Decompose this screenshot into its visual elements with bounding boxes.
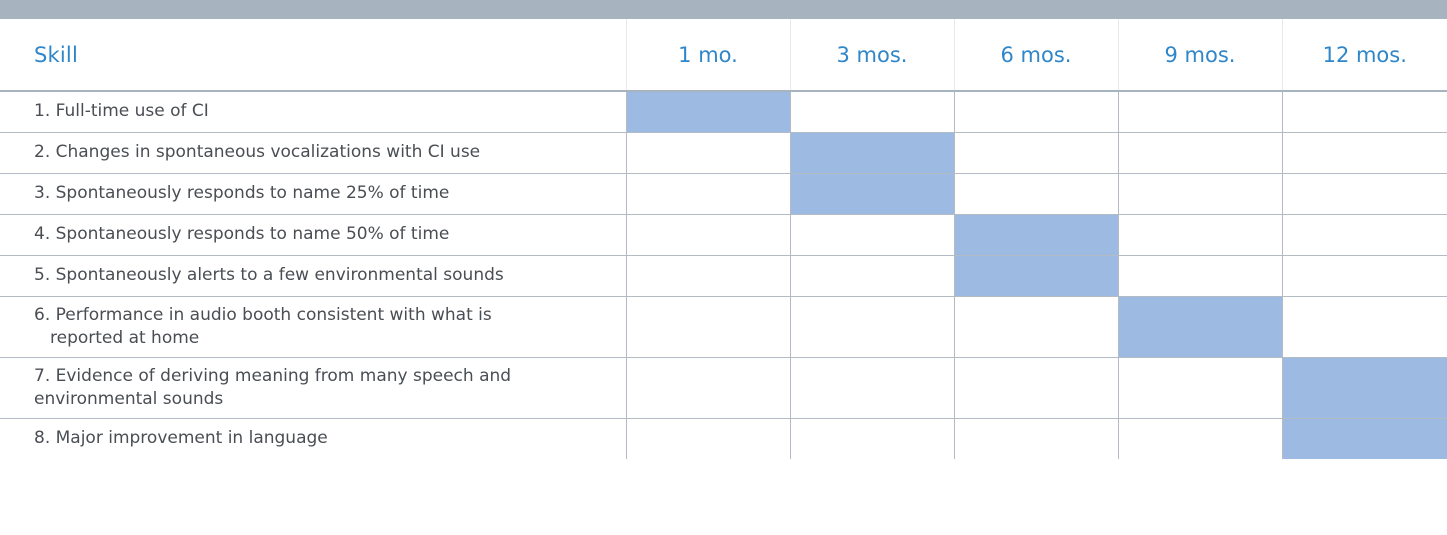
month-cell-filled — [953, 254, 1119, 297]
table-row: 7. Evidence of deriving meaning from man… — [0, 356, 1447, 419]
month-cell — [1281, 295, 1447, 358]
skill-text-continued: environmental sounds — [34, 388, 224, 409]
table-row: 3. Spontaneously responds to name 25% of… — [0, 172, 1447, 215]
month-cell — [625, 213, 791, 256]
month-cell-filled — [789, 172, 955, 215]
skill-cell: 3. Spontaneously responds to name 25% of… — [0, 172, 627, 215]
skill-text: 2. Changes in spontaneous vocalizations … — [34, 142, 481, 162]
month-cell — [1117, 356, 1283, 419]
month-cell — [1117, 254, 1283, 297]
month-cell — [1117, 417, 1283, 459]
skill-text: 3. Spontaneously responds to name 25% of… — [34, 183, 450, 203]
table-header-row: Skill 1 mo. 3 mos. 6 mos. 9 mos. 12 mos. — [0, 19, 1447, 92]
table-row: 2. Changes in spontaneous vocalizations … — [0, 131, 1447, 174]
header-6-mos: 6 mos. — [954, 19, 1119, 92]
month-cell-filled — [953, 213, 1119, 256]
month-cell — [1281, 131, 1447, 174]
table-row: 4. Spontaneously responds to name 50% of… — [0, 213, 1447, 256]
month-cell-filled — [789, 131, 955, 174]
month-cell-filled — [1281, 356, 1447, 419]
month-cell — [1117, 172, 1283, 215]
skill-cell: 6. Performance in audio booth consistent… — [0, 295, 627, 358]
skill-cell: 1. Full-time use of CI — [0, 90, 627, 133]
month-cell — [789, 356, 955, 419]
month-cell — [625, 254, 791, 297]
skill-text: 8. Major improvement in language — [34, 428, 328, 449]
skill-text: 1. Full-time use of CI — [34, 101, 209, 122]
table-row: 1. Full-time use of CI — [0, 90, 1447, 133]
skill-text-continued: reported at home — [50, 327, 200, 348]
month-cell — [625, 172, 791, 215]
page: Skill 1 mo. 3 mos. 6 mos. 9 mos. 12 mos.… — [0, 0, 1447, 535]
month-cell-filled — [1117, 295, 1283, 358]
month-cell — [1281, 213, 1447, 256]
month-cell — [625, 131, 791, 174]
skill-text: 5. Spontaneously alerts to a few environ… — [34, 265, 504, 285]
month-cell-filled — [1281, 417, 1447, 459]
month-cell — [789, 417, 955, 459]
skill-cell: 4. Spontaneously responds to name 50% of… — [0, 213, 627, 256]
month-cell — [789, 295, 955, 358]
table-row: 8. Major improvement in language — [0, 417, 1447, 459]
month-cell — [789, 213, 955, 256]
table-row: 6. Performance in audio booth consistent… — [0, 295, 1447, 358]
month-cell-filled — [625, 90, 791, 133]
header-1-mo: 1 mo. — [626, 19, 791, 92]
skill-cell: 5. Spontaneously alerts to a few environ… — [0, 254, 627, 297]
month-cell — [953, 172, 1119, 215]
month-cell — [625, 295, 791, 358]
month-cell — [1117, 131, 1283, 174]
skill-cell: 7. Evidence of deriving meaning from man… — [0, 356, 627, 419]
month-cell — [953, 90, 1119, 133]
month-cell — [1281, 90, 1447, 133]
header-12-mos: 12 mos. — [1282, 19, 1447, 92]
month-cell — [953, 356, 1119, 419]
month-cell — [1281, 172, 1447, 215]
month-cell — [625, 356, 791, 419]
table-row: 5. Spontaneously alerts to a few environ… — [0, 254, 1447, 297]
month-cell — [953, 417, 1119, 459]
header-skill: Skill — [0, 19, 627, 92]
header-9-mos: 9 mos. — [1118, 19, 1283, 92]
month-cell — [789, 254, 955, 297]
month-cell — [953, 295, 1119, 358]
skills-table: Skill 1 mo. 3 mos. 6 mos. 9 mos. 12 mos.… — [0, 19, 1447, 459]
skill-cell: 2. Changes in spontaneous vocalizations … — [0, 131, 627, 174]
header-3-mos: 3 mos. — [790, 19, 955, 92]
title-band — [0, 0, 1447, 19]
month-cell — [1117, 213, 1283, 256]
month-cell — [625, 417, 791, 459]
skill-text: 4. Spontaneously responds to name 50% of… — [34, 224, 450, 244]
skill-text: 7. Evidence of deriving meaning from man… — [34, 365, 512, 386]
month-cell — [789, 90, 955, 133]
month-cell — [1117, 90, 1283, 133]
month-cell — [1281, 254, 1447, 297]
skill-text: 6. Performance in audio booth consistent… — [34, 304, 492, 325]
month-cell — [953, 131, 1119, 174]
skill-cell: 8. Major improvement in language — [0, 417, 627, 459]
